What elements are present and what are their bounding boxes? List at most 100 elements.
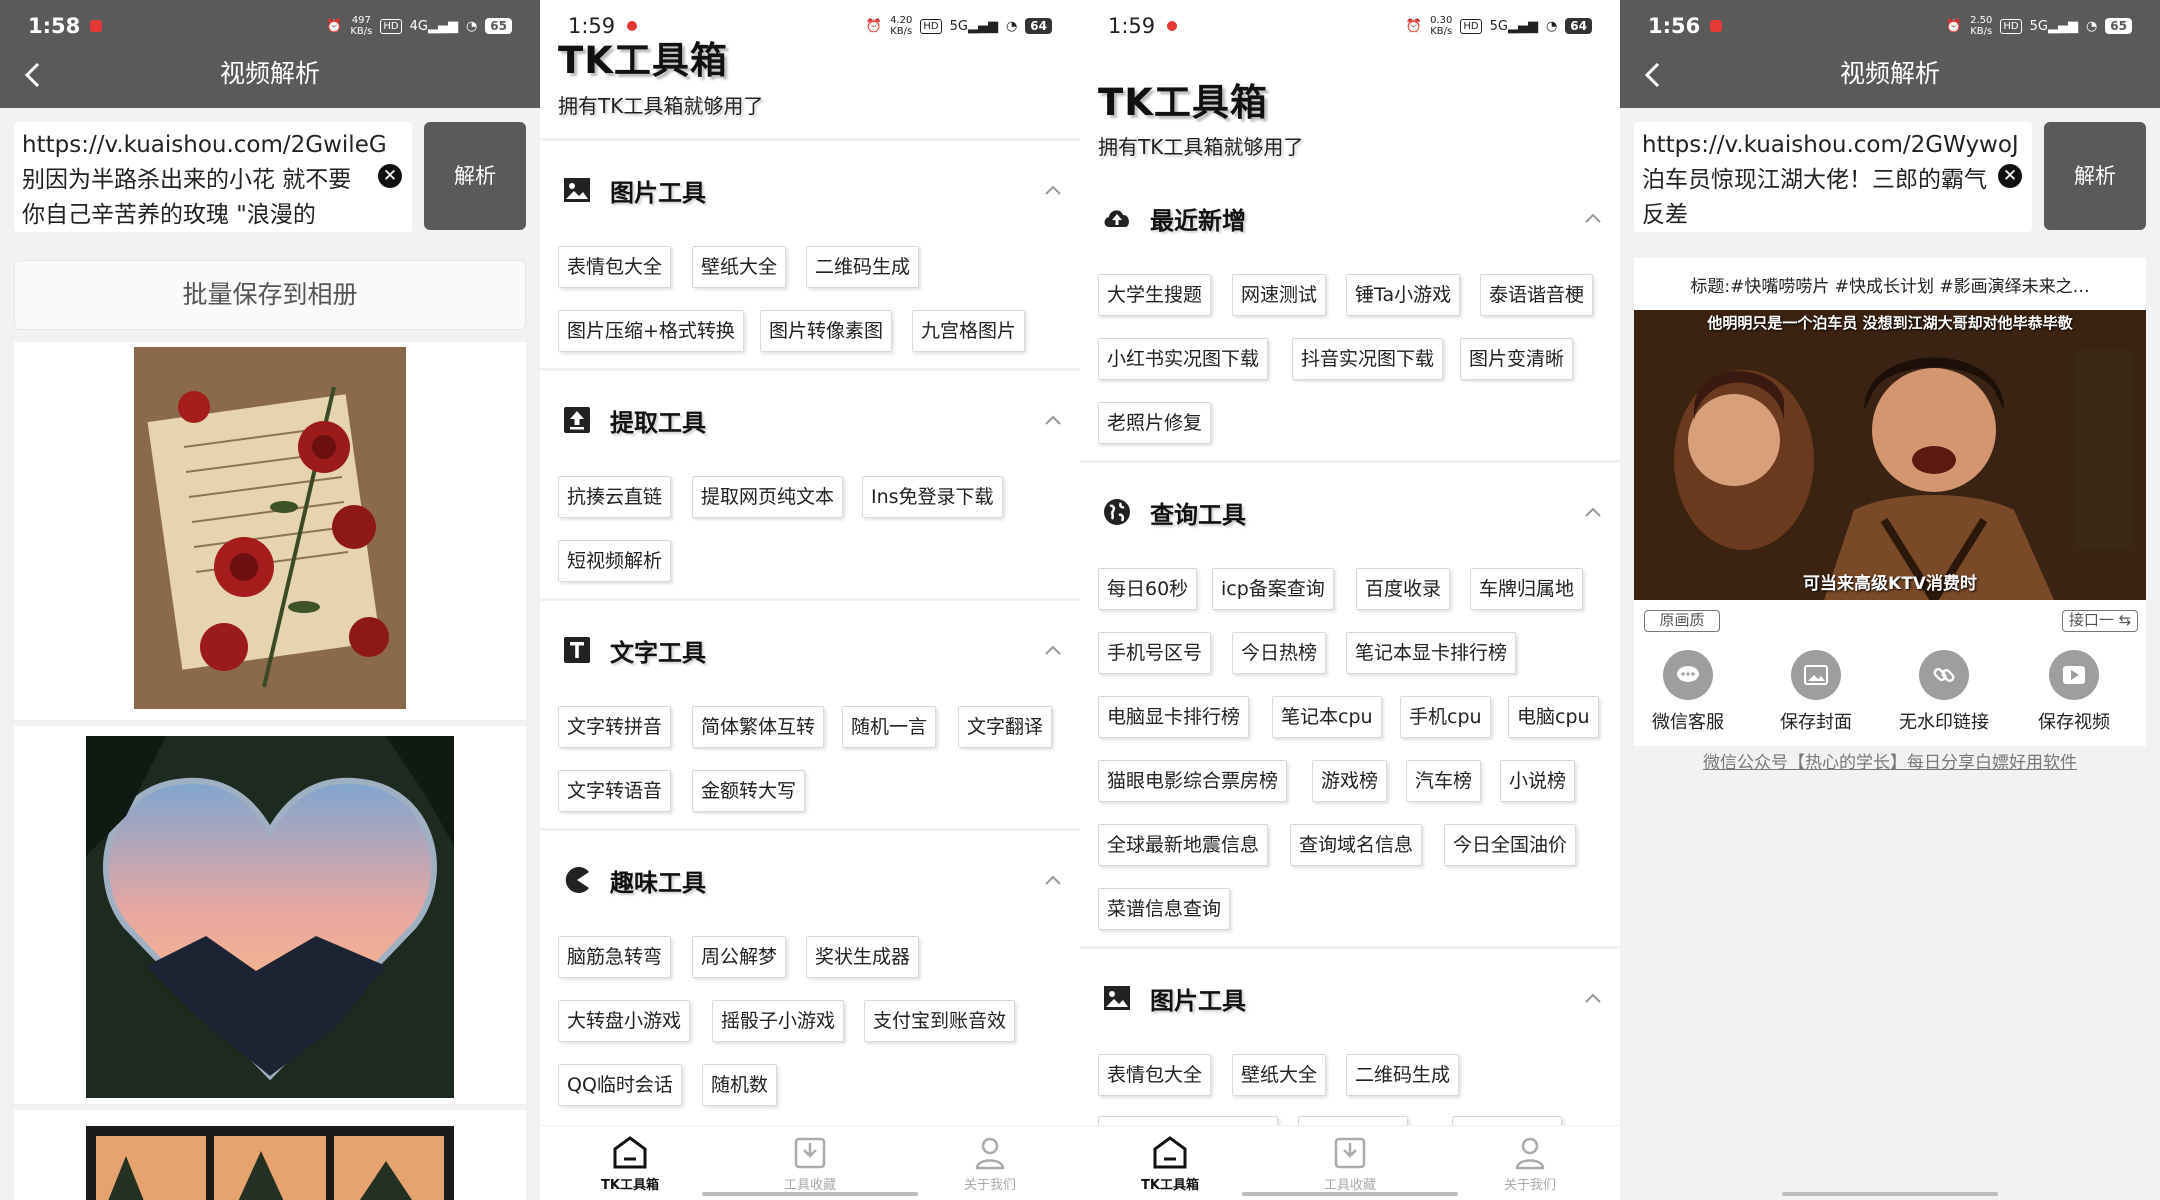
tool-chip[interactable]: 大学生搜题 [1098,274,1212,316]
chevron-up-icon[interactable] [1584,507,1602,517]
result-image-card[interactable] [14,1110,526,1200]
tool-chip[interactable]: 金额转大写 [692,770,806,812]
tool-chip[interactable]: 手机cpu [1400,696,1491,738]
tool-chip[interactable]: 简体繁体互转 [692,706,825,748]
tool-chip[interactable]: 百度收录 [1356,568,1451,610]
tool-chip[interactable]: 文字转拼音 [558,706,672,748]
tool-chip[interactable]: 猫眼电影综合票房榜 [1098,760,1288,802]
section-header-text-tools[interactable]: 文字工具 [562,630,1062,670]
tab-toolbox[interactable]: TK工具箱 [1110,1134,1230,1193]
action-no-watermark-link[interactable]: 无水印链接 [1884,650,2004,734]
result-image-card[interactable] [14,342,526,720]
tool-chip[interactable]: 笔记本显卡排行榜 [1346,632,1517,674]
tool-chip[interactable]: 图片压缩+格式转换 [558,310,744,352]
tool-chip[interactable]: 小说榜 [1500,760,1576,802]
tool-chip[interactable]: 汽车榜 [1406,760,1482,802]
chevron-up-icon[interactable] [1584,213,1602,223]
hd-badge: HD [1460,18,1482,34]
section-header-fun-tools[interactable]: 趣味工具 [562,860,1062,900]
section-header-query-tools[interactable]: 查询工具 [1102,492,1602,532]
tool-chip[interactable]: 锤Ta小游戏 [1346,274,1461,316]
tool-chip[interactable]: 手机号区号 [1098,632,1212,674]
action-wechat-service[interactable]: 微信客服 [1628,650,1748,734]
tool-chip[interactable]: 小红书实况图下载 [1098,338,1269,380]
tool-chip[interactable]: 今日全国油价 [1444,824,1577,866]
chevron-up-icon[interactable] [1584,993,1602,1003]
tool-chip[interactable]: 提取网页纯文本 [692,476,844,518]
download-box-icon [1334,1137,1366,1169]
status-time: 1:58 [28,14,81,38]
net-speed: 2.50 KB/s [1970,15,1993,37]
tab-about[interactable]: 关于我们 [1470,1134,1590,1193]
tool-chip[interactable]: 脑筋急转弯 [558,936,672,978]
tool-chip[interactable]: 壁纸大全 [1232,1054,1327,1096]
tool-chip[interactable]: 随机一言 [842,706,937,748]
tool-chip[interactable]: 支付宝到账音效 [864,1000,1016,1042]
tool-chip[interactable]: 大转盘小游戏 [558,1000,691,1042]
tool-chip[interactable]: 图片变清晰 [1460,338,1574,380]
parse-button[interactable]: 解析 [2044,122,2146,230]
tool-chip[interactable]: 今日热榜 [1232,632,1327,674]
tool-chip[interactable]: 网速测试 [1232,274,1327,316]
home-icon [1153,1136,1187,1169]
quality-button[interactable]: 原画质 [1644,610,1720,632]
chevron-up-icon[interactable] [1044,415,1062,425]
result-image-card[interactable] [14,726,526,1104]
heart-sky-image[interactable] [86,736,454,1098]
tool-chip[interactable]: Ins免登录下载 [862,476,1003,518]
tool-chip[interactable]: 查询域名信息 [1290,824,1423,866]
tool-chip[interactable]: 车牌归属地 [1470,568,1584,610]
chevron-up-icon[interactable] [1044,875,1062,885]
tool-chip[interactable]: 游戏榜 [1312,760,1388,802]
tool-chip[interactable]: 老照片修复 [1098,402,1212,444]
chevron-up-icon[interactable] [1044,645,1062,655]
tab-favorites[interactable]: 工具收藏 [750,1134,870,1193]
tool-chip[interactable]: 电脑显卡排行榜 [1098,696,1250,738]
action-save-video[interactable]: 保存视频 [2014,650,2134,734]
tool-chip[interactable]: 九宫格图片 [912,310,1026,352]
tool-chip[interactable]: 壁纸大全 [692,246,787,288]
url-input[interactable]: https://v.kuaishou.com/2GWywoJ 泊车员惊现江湖大佬… [1634,122,2032,232]
tab-favorites[interactable]: 工具收藏 [1290,1134,1410,1193]
clear-icon[interactable]: ✕ [1998,164,2022,188]
tool-chip[interactable]: 二维码生成 [1346,1054,1460,1096]
tool-chip[interactable]: 电脑cpu [1508,696,1599,738]
tool-chip[interactable]: 表情包大全 [558,246,672,288]
tool-chip[interactable]: 周公解梦 [692,936,787,978]
section-header-image-tools[interactable]: 图片工具 [562,170,1062,210]
tool-chip[interactable]: 笔记本cpu [1272,696,1382,738]
tool-chip[interactable]: 奖状生成器 [806,936,920,978]
tab-toolbox[interactable]: TK工具箱 [570,1134,690,1193]
tool-chip[interactable]: 菜谱信息查询 [1098,888,1231,930]
interface-switch-button[interactable]: 接口一 ⇆ [2062,610,2138,632]
tool-chip[interactable]: 每日60秒 [1098,568,1198,610]
tool-chip[interactable]: 短视频解析 [558,540,672,582]
video-player[interactable]: 他明明只是一个泊车员 没想到江湖大哥却对他毕恭毕敬 可当来高级KTV消费时 [1634,310,2146,600]
batch-save-button[interactable]: 批量保存到相册 [14,260,526,330]
section-header-image-tools[interactable]: 图片工具 [1102,978,1602,1018]
section-header-extract-tools[interactable]: 提取工具 [562,400,1062,440]
parse-button[interactable]: 解析 [424,122,526,230]
tool-chip[interactable]: 文字转语音 [558,770,672,812]
action-save-cover[interactable]: 保存封面 [1756,650,1876,734]
tab-about[interactable]: 关于我们 [930,1134,1050,1193]
section-header-recent[interactable]: 最近新增 [1102,198,1602,238]
window-sunset-image[interactable] [86,1126,454,1200]
tool-chip[interactable]: 表情包大全 [1098,1054,1212,1096]
url-input[interactable]: https://v.kuaishou.com/2GwileG 别因为半路杀出来的… [14,122,412,232]
clear-icon[interactable]: ✕ [378,164,402,188]
tool-chip[interactable]: 抗揍云直链 [558,476,672,518]
tool-chip[interactable]: 随机数 [702,1064,778,1106]
chevron-up-icon[interactable] [1044,185,1062,195]
tool-chip[interactable]: 泰语谐音梗 [1480,274,1594,316]
tool-chip[interactable]: 图片转像素图 [760,310,893,352]
tool-chip[interactable]: 摇骰子小游戏 [712,1000,845,1042]
tool-chip[interactable]: 全球最新地震信息 [1098,824,1269,866]
wechat-official-account-link[interactable]: 微信公众号【热心的学长】每日分享白嫖好用软件 [1620,748,2160,773]
tool-chip[interactable]: 文字翻译 [958,706,1053,748]
tool-chip[interactable]: 二维码生成 [806,246,920,288]
tool-chip[interactable]: 抖音实况图下载 [1292,338,1444,380]
tool-chip[interactable]: icp备案查询 [1212,568,1334,610]
roses-letter-image[interactable] [134,347,406,709]
tool-chip[interactable]: QQ临时会话 [558,1064,682,1106]
